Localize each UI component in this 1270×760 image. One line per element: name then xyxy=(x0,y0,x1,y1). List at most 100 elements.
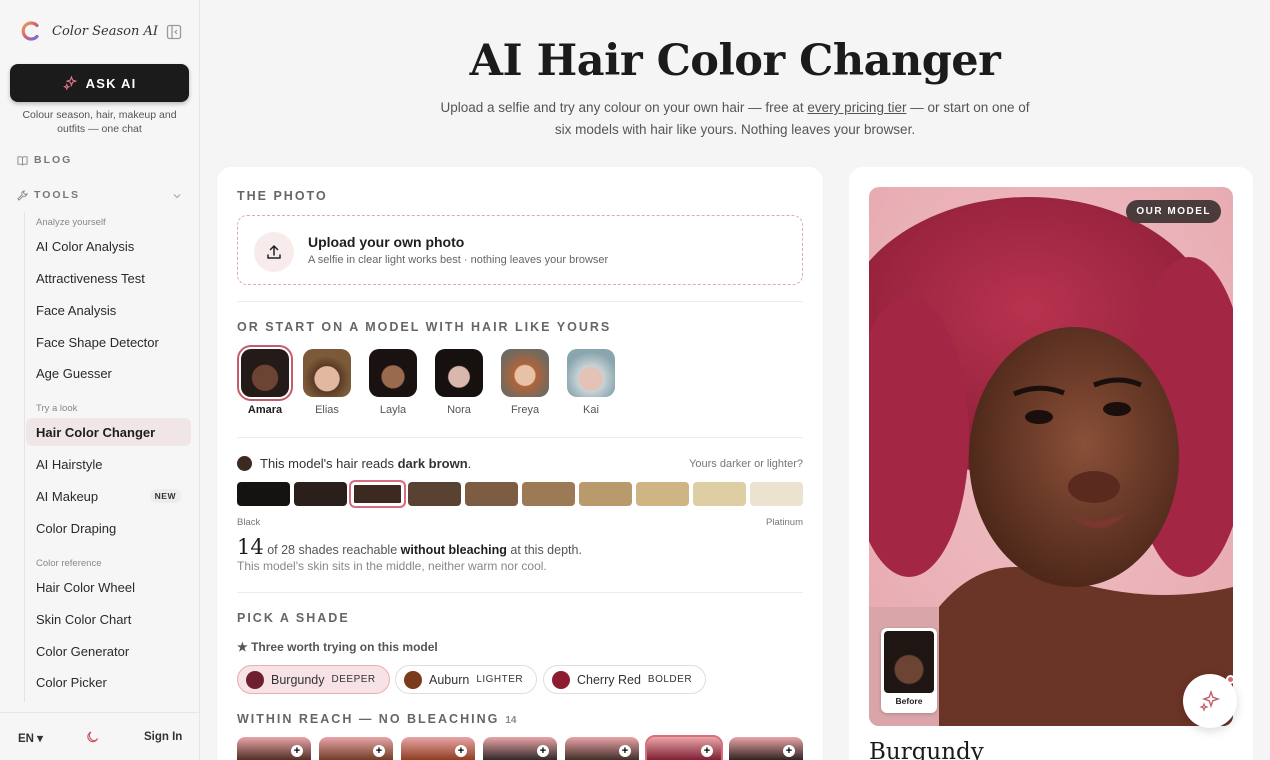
group-label-try: Try a look xyxy=(36,403,78,414)
model-freya[interactable]: Freya xyxy=(499,349,551,416)
preview-card: OUR MODEL Before Burgundy xyxy=(849,167,1253,760)
stat-text-b: without bleaching xyxy=(400,543,507,557)
sidebar-item-attractiveness-test[interactable]: Attractiveness Test xyxy=(26,264,191,292)
blog-label: BLOG xyxy=(34,154,73,166)
selected-shade-name: Burgundy xyxy=(869,739,984,760)
model-preview-photo: OUR MODEL Before xyxy=(869,187,1233,726)
collapse-sidebar-icon[interactable] xyxy=(166,24,182,40)
wrench-icon xyxy=(17,189,28,201)
sidebar-item-skin-color-chart[interactable]: Skin Color Chart xyxy=(26,605,191,633)
ask-ai-label: ASK AI xyxy=(85,75,137,91)
reads-text-a: This model's hair reads xyxy=(260,456,398,471)
language-select[interactable]: EN ▾ xyxy=(18,731,43,745)
blog-link[interactable]: BLOG xyxy=(17,154,72,166)
notification-dot xyxy=(1226,675,1235,684)
plus-icon: + xyxy=(701,745,713,757)
model-nora[interactable]: Nora xyxy=(433,349,485,416)
new-badge: NEW xyxy=(149,489,181,503)
subtitle-text-a: Upload a selfie and try any colour on yo… xyxy=(440,100,808,115)
shade-tile[interactable]: + xyxy=(565,737,639,760)
shade-tile[interactable]: + xyxy=(729,737,803,760)
before-thumbnail[interactable]: Before xyxy=(881,628,937,713)
chip-color-dot xyxy=(404,670,422,689)
plus-icon: + xyxy=(537,745,549,757)
depth-swatch[interactable] xyxy=(693,482,746,506)
reads-text-b: dark brown xyxy=(397,456,468,471)
depth-swatch[interactable] xyxy=(522,482,575,506)
depth-swatch[interactable] xyxy=(294,482,347,506)
model-name: Nora xyxy=(447,404,471,416)
page-subtitle: Upload a selfie and try any colour on yo… xyxy=(440,97,1030,141)
depth-swatch[interactable] xyxy=(465,482,518,506)
page-title: AI Hair Color Changer xyxy=(469,36,1001,86)
depth-swatch[interactable] xyxy=(237,482,290,506)
sidebar-item-hair-color-changer[interactable]: Hair Color Changer xyxy=(26,418,191,446)
sidebar-item-face-analysis[interactable]: Face Analysis xyxy=(26,296,191,324)
ai-assistant-fab[interactable] xyxy=(1183,674,1237,728)
sidebar-footer: EN ▾ Sign In xyxy=(0,712,199,760)
our-model-badge: OUR MODEL xyxy=(1126,200,1221,223)
within-reach-label: WITHIN REACH — NO BLEACHING 14 xyxy=(237,712,516,726)
shade-chip-auburn[interactable]: Auburn LIGHTER xyxy=(395,665,538,694)
plus-icon: + xyxy=(455,745,467,757)
shade-chip-burgundy[interactable]: Burgundy DEEPER xyxy=(237,665,390,694)
upload-title: Upload your own photo xyxy=(308,234,465,250)
sidebar-item-age-guesser[interactable]: Age Guesser xyxy=(26,359,191,387)
plus-icon: + xyxy=(783,745,795,757)
chip-color-dot xyxy=(552,670,570,689)
shade-tile[interactable]: + xyxy=(483,737,557,760)
shade-tile[interactable]: + xyxy=(401,737,475,760)
scale-label-right: Platinum xyxy=(766,517,803,528)
sparkle-icon xyxy=(1199,690,1221,712)
chevron-down-icon[interactable] xyxy=(172,191,182,201)
moon-icon[interactable] xyxy=(86,730,100,744)
pricing-link[interactable]: every pricing tier xyxy=(807,100,906,115)
hair-color-dot xyxy=(237,456,252,471)
group-label-analyze: Analyze yourself xyxy=(36,217,106,228)
sidebar-item-color-generator[interactable]: Color Generator xyxy=(26,637,191,665)
depth-swatch[interactable] xyxy=(408,482,461,506)
shade-tile[interactable]: + xyxy=(319,737,393,760)
model-kai[interactable]: Kai xyxy=(565,349,617,416)
model-layla[interactable]: Layla xyxy=(367,349,419,416)
chip-name: Cherry Red xyxy=(577,672,641,687)
scale-label-left: Black xyxy=(237,517,261,528)
sidebar-item-ai-hairstyle[interactable]: AI Hairstyle xyxy=(26,450,191,478)
photo-section-label: THE PHOTO xyxy=(237,189,328,203)
plus-icon: + xyxy=(373,745,385,757)
sidebar-item-color-draping[interactable]: Color Draping xyxy=(26,514,191,542)
chip-tag: BOLDER xyxy=(647,674,693,685)
reachable-count: 14 xyxy=(237,535,264,559)
depth-swatch[interactable] xyxy=(579,482,632,506)
ask-ai-button[interactable]: ASK AI xyxy=(10,64,189,102)
tools-section-toggle[interactable]: TOOLS xyxy=(17,189,80,201)
depth-swatch[interactable] xyxy=(636,482,689,506)
model-name: Freya xyxy=(510,404,540,416)
model-name: Kai xyxy=(583,404,599,416)
sidebar-item-ai-makeup[interactable]: AI Makeup NEW xyxy=(26,482,191,510)
tools-label: TOOLS xyxy=(34,189,80,201)
sidebar: Color Season AI ASK AI Colour season, ha… xyxy=(0,0,200,760)
stat-text-c: at this depth. xyxy=(506,543,582,557)
sidebar-item-color-picker[interactable]: Color Picker xyxy=(26,668,191,696)
depth-swatch-selected[interactable] xyxy=(349,480,406,508)
darker-lighter-link[interactable]: Yours darker or lighter? xyxy=(689,458,803,470)
shade-tile[interactable]: + xyxy=(237,737,311,760)
model-elias[interactable]: Elias xyxy=(301,349,353,416)
sidebar-item-hair-color-wheel[interactable]: Hair Color Wheel xyxy=(26,573,191,601)
sidebar-item-face-shape-detector[interactable]: Face Shape Detector xyxy=(26,328,191,356)
upload-dropzone[interactable]: Upload your own photo A selfie in clear … xyxy=(237,215,803,285)
sign-in-button[interactable]: Sign In xyxy=(144,731,182,743)
depth-swatch[interactable] xyxy=(750,482,803,506)
shade-tile-selected[interactable]: + xyxy=(645,735,723,760)
model-amara[interactable]: Amara xyxy=(237,345,293,416)
chip-color-dot xyxy=(246,670,264,689)
brand[interactable]: Color Season AI xyxy=(20,20,158,42)
chip-name: Burgundy xyxy=(271,672,325,687)
sparkle-icon xyxy=(62,75,77,91)
chip-tag: LIGHTER xyxy=(476,674,524,685)
shade-chip-cherry-red[interactable]: Cherry Red BOLDER xyxy=(543,665,707,694)
model-avatar xyxy=(567,349,615,397)
sidebar-item-ai-color-analysis[interactable]: AI Color Analysis xyxy=(26,232,191,260)
before-image xyxy=(884,631,934,693)
